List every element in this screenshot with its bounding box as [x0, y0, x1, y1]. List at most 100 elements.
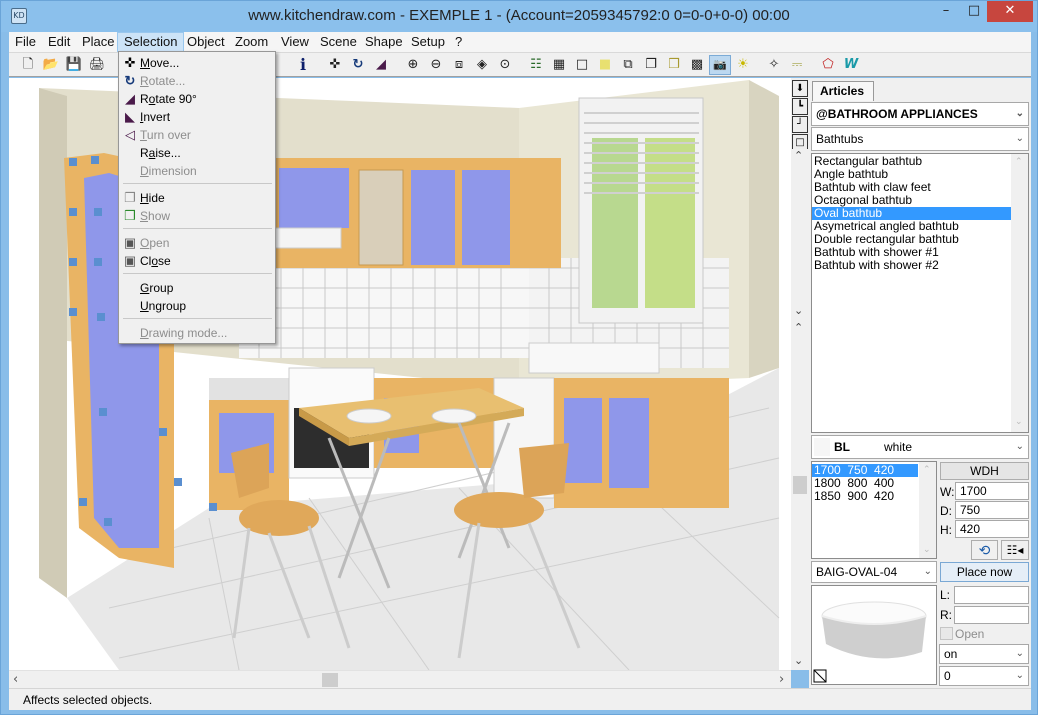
side-tab-walls-icon[interactable]: ┗ — [792, 98, 808, 115]
list-scrollbar[interactable]: ⌃ ⌄ — [1011, 154, 1028, 432]
menu-setup[interactable]: Setup — [405, 32, 451, 52]
resize-corner-icon — [813, 669, 827, 683]
menu-place[interactable]: Place — [76, 32, 121, 52]
lights-icon[interactable]: ☀ — [734, 56, 752, 74]
finish-select[interactable]: BL white ⌄ — [811, 435, 1029, 459]
menu-shape[interactable]: Shape — [359, 32, 409, 52]
horizontal-scroll-thumb[interactable] — [322, 673, 338, 687]
filled-icon[interactable]: ■ — [596, 56, 614, 74]
scroll-up-icon[interactable]: ⌃ — [794, 149, 803, 162]
tab-articles[interactable]: Articles — [812, 81, 874, 101]
on-select-value: on — [944, 647, 958, 661]
reference-select[interactable]: BAIG-OVAL-04 ⌄ — [811, 561, 937, 583]
perspective-wire-icon[interactable]: ⧉ — [619, 56, 637, 74]
maximize-button[interactable]: □ — [959, 1, 989, 22]
close-button[interactable]: ✕ — [987, 1, 1033, 22]
menu-item-drawing-mode[interactable]: Drawing mode... — [119, 324, 275, 342]
scroll-left-icon[interactable]: ‹ — [13, 671, 18, 688]
zoom-window-icon[interactable]: ⧈ — [450, 56, 468, 74]
measure-icon[interactable]: ⎓ — [788, 56, 806, 74]
open-folder-icon[interactable]: 📂 — [42, 56, 60, 74]
list-scrollbar[interactable]: ⌃ ⌄ — [919, 462, 936, 558]
menu-item-invert[interactable]: ◣ Invert — [119, 108, 275, 126]
open-checkbox[interactable] — [940, 627, 953, 640]
scroll-up-icon[interactable]: ⌃ — [794, 321, 803, 334]
magic-wand-icon[interactable]: ✧ — [765, 56, 783, 74]
menu-item-dimension[interactable]: Dimension — [119, 162, 275, 180]
turn-over-icon: ◁ — [125, 127, 135, 142]
width-field[interactable]: 1700 — [955, 482, 1029, 500]
menu-file[interactable]: File — [9, 32, 42, 52]
print-icon[interactable]: 🖨 — [88, 56, 106, 74]
articles-panel: Articles @BATHROOM APPLIANCES ⌄ Bathtubs… — [809, 78, 1031, 688]
perspective-hidden-icon[interactable]: ❐ — [642, 56, 660, 74]
left-field[interactable] — [954, 586, 1029, 604]
category-select[interactable]: Bathtubs ⌄ — [811, 127, 1029, 151]
catalog-value: @BATHROOM APPLIANCES — [816, 107, 978, 121]
wireframe-icon[interactable]: □ — [573, 56, 591, 74]
render-icon[interactable]: ▩ — [688, 56, 706, 74]
scroll-down-icon[interactable]: ⌄ — [794, 654, 803, 667]
menu-view[interactable]: View — [275, 32, 315, 52]
list-item[interactable]: Bathtub with shower #2 — [812, 259, 1028, 272]
height-field[interactable]: 420 — [955, 520, 1029, 538]
menu-zoom[interactable]: Zoom — [229, 32, 274, 52]
articles-list[interactable]: Rectangular bathtub Angle bathtub Bathtu… — [811, 153, 1029, 433]
open-door-icon: ▣ — [123, 235, 137, 250]
menu-item-open[interactable]: ▣ Open — [119, 234, 275, 252]
zoom-previous-icon[interactable]: ⊙ — [496, 56, 514, 74]
plan-view-icon[interactable]: ☷ — [527, 56, 545, 74]
info-icon[interactable]: ℹ — [294, 56, 312, 74]
elevation-icon[interactable]: ▦ — [550, 56, 568, 74]
rotate-icon[interactable]: ↻ — [349, 56, 367, 74]
menu-item-rotate-90[interactable]: ◢ Rotate 90° — [119, 90, 275, 108]
menu-item-rotate[interactable]: ↻ Rotate... — [119, 72, 275, 90]
zoom-out-icon[interactable]: ⊖ — [427, 56, 445, 74]
new-file-icon[interactable]: 🗋 — [19, 56, 37, 74]
menu-scene[interactable]: Scene — [314, 32, 363, 52]
menu-edit[interactable]: Edit — [42, 32, 76, 52]
size-item[interactable]: 1850 900 420 — [812, 490, 936, 503]
swap-dimensions-icon[interactable]: ⟲ — [971, 540, 998, 560]
title-bar: KD www.kitchendraw.com - EXEMPLE 1 - (Ac… — [1, 1, 1037, 32]
menu-selection[interactable]: Selection — [117, 32, 185, 52]
catalog-select[interactable]: @BATHROOM APPLIANCES ⌄ — [811, 102, 1029, 126]
scroll-down-icon[interactable]: ⌄ — [794, 304, 803, 317]
menu-help[interactable]: ? — [449, 32, 468, 52]
scroll-right-icon[interactable]: › — [779, 671, 784, 688]
move-icon[interactable]: ✜ — [326, 56, 344, 74]
rotate-90-icon[interactable]: ◢ — [372, 56, 390, 74]
place-now-button[interactable]: Place now — [940, 562, 1029, 582]
menu-item-move[interactable]: ✜ Move... — [119, 54, 275, 72]
menu-item-close[interactable]: ▣ Close — [119, 252, 275, 270]
sizes-list[interactable]: 1700 750 420 1800 800 400 1850 900 420 ⌃… — [811, 461, 937, 559]
depth-field[interactable]: 750 — [955, 501, 1029, 519]
menu-item-raise[interactable]: Raise... — [119, 144, 275, 162]
on-select[interactable]: on ⌄ — [939, 644, 1029, 664]
menu-item-ungroup[interactable]: Ungroup — [119, 297, 275, 315]
menu-item-turn-over[interactable]: ◁ Turn over — [119, 126, 275, 144]
polyline-icon[interactable]: ⬠ — [819, 56, 837, 74]
horizontal-scrollbar[interactable]: ‹ › — [9, 670, 791, 688]
depth-label: D: — [940, 504, 952, 518]
web-icon[interactable]: W — [842, 56, 860, 74]
zoom-in-icon[interactable]: ⊕ — [404, 56, 422, 74]
vertical-scroll-thumb[interactable] — [793, 476, 807, 494]
menu-item-show[interactable]: ❒ Show — [119, 207, 275, 225]
menu-item-hide[interactable]: ❐ Hide — [119, 189, 275, 207]
menu-item-group[interactable]: Group — [119, 279, 275, 297]
zero-select[interactable]: 0 ⌄ — [939, 666, 1029, 686]
wdh-button[interactable]: WDH — [940, 462, 1029, 480]
zoom-all-icon[interactable]: ◈ — [473, 56, 491, 74]
dimension-table-icon[interactable]: ☷◂ — [1001, 540, 1029, 560]
menu-object[interactable]: Object — [181, 32, 231, 52]
perspective-shaded-icon[interactable]: ❒ — [665, 56, 683, 74]
finish-code: BL — [834, 440, 850, 454]
side-tab-dimension-icon[interactable]: ┘ — [792, 116, 808, 133]
minimize-button[interactable]: – — [931, 1, 961, 22]
save-icon[interactable]: 💾 — [65, 56, 83, 74]
vertical-scrollbar[interactable]: ⌃ ⌄ ⌃ ⌄ — [791, 149, 809, 670]
right-field[interactable] — [954, 606, 1029, 624]
side-tab-place-icon[interactable]: ⬇ — [792, 80, 808, 97]
camera-icon[interactable]: 📷 — [709, 55, 731, 75]
